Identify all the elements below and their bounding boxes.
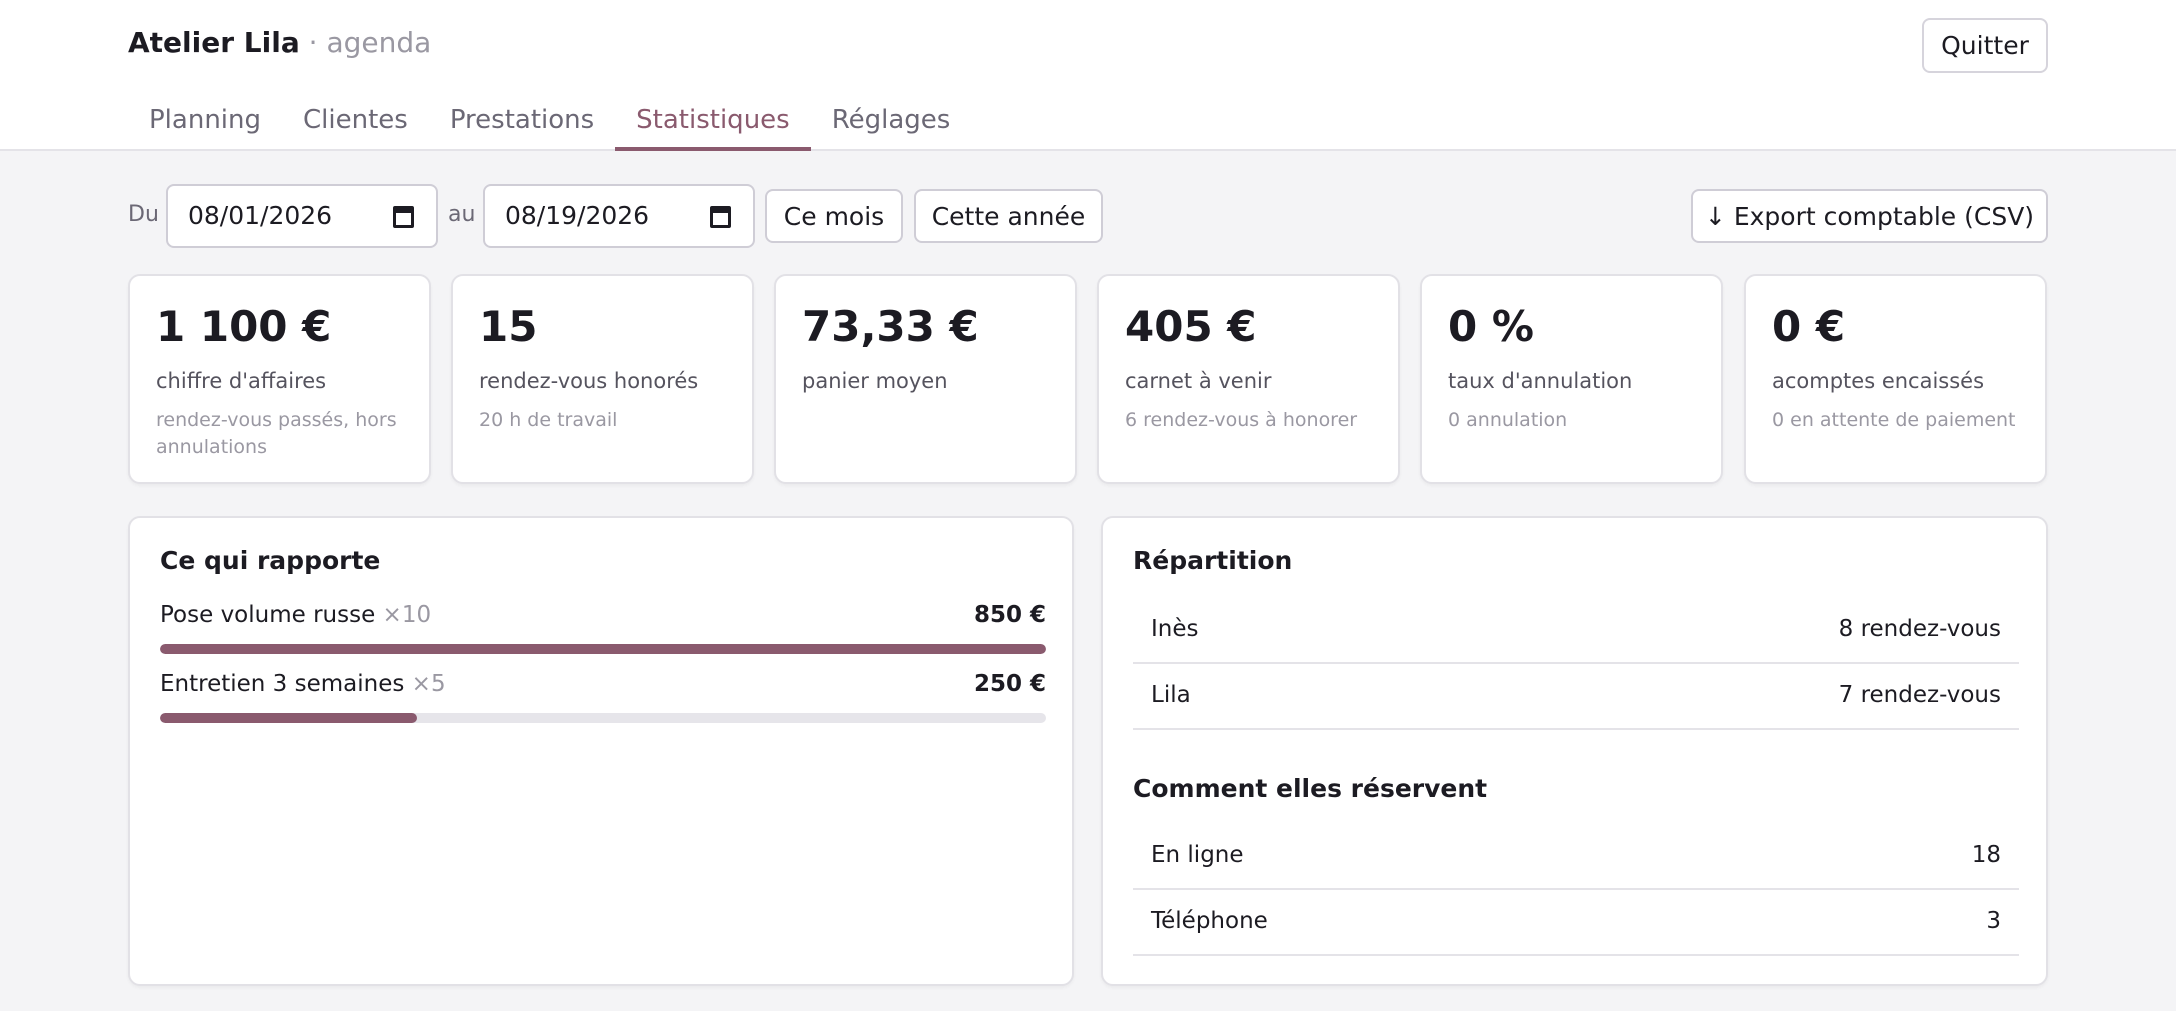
booking-row-value: 3 xyxy=(1986,908,2001,934)
period-filters: Du 08/01/2026 au 08/19/2026 Ce mois Cett… xyxy=(128,184,2048,248)
kpi-hint: 20 h de travail xyxy=(479,409,618,431)
kpi-hint: 0 annulation xyxy=(1448,409,1568,431)
from-date-value: 08/01/2026 xyxy=(188,201,333,230)
to-date-value: 08/19/2026 xyxy=(505,201,650,230)
kpi-card-appointments: 15 rendez-vous honorés 20 h de travail xyxy=(451,274,754,484)
booking-row: Téléphone 3 xyxy=(1133,890,2019,956)
distribution-row-name: Inès xyxy=(1151,616,1199,642)
earnings-item-count: ×10 xyxy=(382,602,432,628)
tab-prestations[interactable]: Prestations xyxy=(429,98,615,151)
distribution-row: Inès 8 rendez-vous xyxy=(1133,598,2019,664)
booking-title: Comment elles réservent xyxy=(1133,774,1488,803)
earnings-bar-track xyxy=(160,713,1046,723)
kpi-cards: 1 100 € chiffre d'affaires rendez-vous p… xyxy=(128,274,2048,484)
kpi-card-upcoming: 405 € carnet à venir 6 rendez-vous à hon… xyxy=(1097,274,1400,484)
kpi-label: carnet à venir xyxy=(1125,369,1272,393)
booking-row-name: En ligne xyxy=(1151,842,1244,868)
top-bar: Atelier Lila · agenda Quitter Planning C… xyxy=(0,0,2176,151)
kpi-card-deposits: 0 € acomptes encaissés 0 en attente de p… xyxy=(1744,274,2047,484)
calendar-icon[interactable] xyxy=(393,206,414,228)
earnings-item-name-wrap: Entretien 3 semaines ×5 xyxy=(160,671,446,697)
kpi-hint: 6 rendez-vous à honorer xyxy=(1125,409,1358,431)
tab-statistiques[interactable]: Statistiques xyxy=(615,98,811,151)
to-date-input[interactable]: 08/19/2026 xyxy=(483,184,755,248)
kpi-value: 15 xyxy=(479,302,538,351)
tab-clientes[interactable]: Clientes xyxy=(282,98,429,151)
app-section: agenda xyxy=(326,26,432,59)
kpi-card-revenue: 1 100 € chiffre d'affaires rendez-vous p… xyxy=(128,274,431,484)
this-year-button[interactable]: Cette année xyxy=(914,189,1103,243)
from-date-input[interactable]: 08/01/2026 xyxy=(166,184,438,248)
earnings-bar-fill xyxy=(160,713,417,723)
earnings-title: Ce qui rapporte xyxy=(160,546,381,575)
calendar-icon[interactable] xyxy=(710,206,731,228)
distribution-row-name: Lila xyxy=(1151,682,1191,708)
booking-row: En ligne 18 xyxy=(1133,824,2019,890)
brand-separator: · xyxy=(308,26,318,59)
booking-row-value: 18 xyxy=(1971,842,2001,868)
earnings-item-name: Pose volume russe xyxy=(160,602,376,628)
booking-row-name: Téléphone xyxy=(1151,908,1268,934)
kpi-label: acomptes encaissés xyxy=(1772,369,1985,393)
earnings-item-amount: 250 € xyxy=(973,671,1046,697)
quit-button[interactable]: Quitter xyxy=(1922,18,2048,73)
kpi-label: taux d'annulation xyxy=(1448,369,1633,393)
earnings-bar-track xyxy=(160,644,1046,654)
export-csv-button[interactable]: ↓ Export comptable (CSV) xyxy=(1691,189,2048,243)
earnings-card: Ce qui rapporte Pose volume russe ×10 85… xyxy=(128,516,1074,986)
distribution-row-value: 8 rendez-vous xyxy=(1838,616,2001,642)
distribution-title: Répartition xyxy=(1133,546,1293,575)
earnings-item: Entretien 3 semaines ×5 250 € xyxy=(160,671,1046,731)
kpi-card-average-basket: 73,33 € panier moyen xyxy=(774,274,1077,484)
app-brand: Atelier Lila · agenda xyxy=(128,26,431,59)
earnings-item-name: Entretien 3 semaines xyxy=(160,671,405,697)
distribution-row: Lila 7 rendez-vous xyxy=(1133,664,2019,730)
kpi-value: 405 € xyxy=(1125,302,1257,351)
app-name: Atelier Lila xyxy=(128,26,300,59)
earnings-bar-fill xyxy=(160,644,1046,654)
kpi-label: rendez-vous honorés xyxy=(479,369,699,393)
earnings-item-count: ×5 xyxy=(411,671,446,697)
kpi-value: 73,33 € xyxy=(802,302,979,351)
tab-reglages[interactable]: Réglages xyxy=(811,98,972,151)
earnings-item-amount: 850 € xyxy=(973,602,1046,628)
distribution-card: Répartition Inès 8 rendez-vous Lila 7 re… xyxy=(1101,516,2048,986)
kpi-label: chiffre d'affaires xyxy=(156,369,327,393)
this-month-button[interactable]: Ce mois xyxy=(765,189,903,243)
kpi-label: panier moyen xyxy=(802,369,948,393)
kpi-hint: 0 en attente de paiement xyxy=(1772,409,2016,431)
earnings-item-name-wrap: Pose volume russe ×10 xyxy=(160,602,431,628)
kpi-value: 1 100 € xyxy=(156,302,332,351)
to-label: au xyxy=(448,202,476,227)
main-tabs: Planning Clientes Prestations Statistiqu… xyxy=(128,98,971,151)
distribution-row-value: 7 rendez-vous xyxy=(1838,682,2001,708)
kpi-hint: rendez-vous passés, hors annulations xyxy=(156,409,397,458)
kpi-card-cancellation-rate: 0 % taux d'annulation 0 annulation xyxy=(1420,274,1723,484)
kpi-value: 0 % xyxy=(1448,302,1534,351)
kpi-value: 0 € xyxy=(1772,302,1846,351)
from-label: Du xyxy=(128,202,159,227)
earnings-item: Pose volume russe ×10 850 € xyxy=(160,602,1046,662)
tab-planning[interactable]: Planning xyxy=(128,98,282,151)
